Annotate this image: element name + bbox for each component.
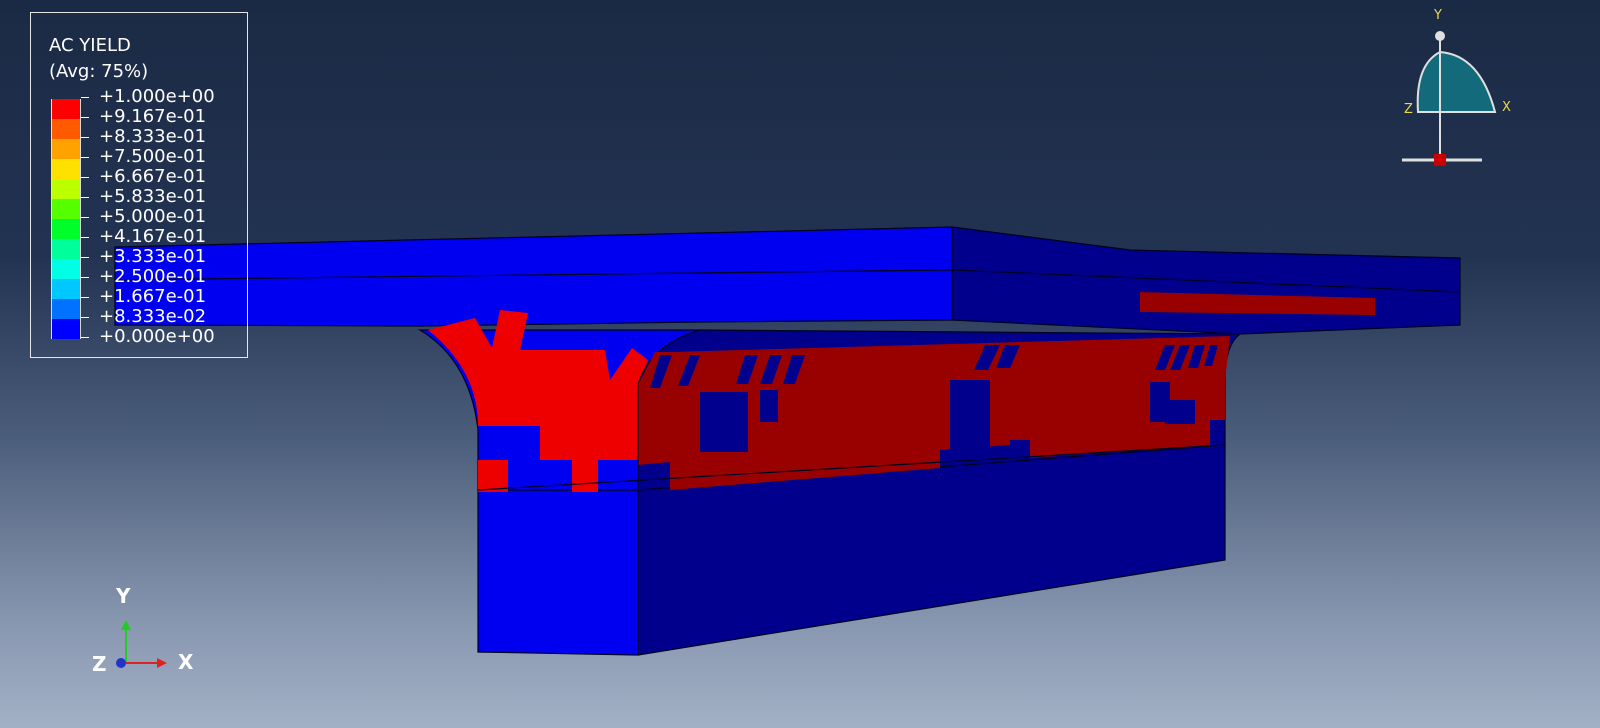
legend-value-label: +4.167e-01 bbox=[99, 226, 207, 247]
coordinate-triad bbox=[116, 620, 167, 668]
triad-z-label: Z bbox=[92, 652, 107, 676]
web-front-yield-block bbox=[478, 460, 508, 492]
legend-value-label: +7.500e-01 bbox=[99, 146, 207, 167]
legend-swatch bbox=[51, 259, 81, 279]
legend-value-label: +5.833e-01 bbox=[99, 186, 207, 207]
legend-value-label: +0.000e+00 bbox=[99, 326, 215, 347]
legend-value-label: +8.333e-01 bbox=[99, 126, 207, 147]
triad-y-label: Y bbox=[116, 584, 131, 608]
legend-swatch bbox=[51, 299, 81, 319]
legend-swatch bbox=[51, 219, 81, 239]
legend-value-label: +5.000e-01 bbox=[99, 206, 207, 227]
legend-swatch bbox=[51, 279, 81, 299]
web-front-lower bbox=[477, 489, 639, 656]
legend-swatch bbox=[51, 119, 81, 139]
legend-swatch bbox=[51, 239, 81, 259]
legend-value-label: +1.667e-01 bbox=[99, 286, 207, 307]
legend-swatch bbox=[51, 179, 81, 199]
gizmo-z-label: Z bbox=[1404, 102, 1413, 117]
legend-value-label: +1.000e+00 bbox=[99, 86, 215, 107]
triad-x-label: X bbox=[178, 650, 194, 674]
bridge-girder-model bbox=[114, 226, 1461, 656]
legend-swatch bbox=[51, 199, 81, 219]
gizmo-x-label: X bbox=[1502, 100, 1511, 115]
legend-swatch bbox=[51, 139, 81, 159]
legend-value-label: +8.333e-02 bbox=[99, 306, 207, 327]
view-orientation-gizmo[interactable] bbox=[1402, 31, 1497, 166]
contour-legend: AC YIELD (Avg: 75%) +1.000e+00 +9.167e-01… bbox=[30, 12, 248, 358]
legend-color-bar bbox=[51, 99, 81, 339]
legend-value-label: +9.167e-01 bbox=[99, 106, 207, 127]
legend-value-label: +2.500e-01 bbox=[99, 266, 207, 287]
legend-value-label: +3.333e-01 bbox=[99, 246, 207, 267]
legend-subtitle: (Avg: 75%) bbox=[49, 61, 149, 82]
legend-swatch bbox=[51, 319, 81, 339]
gizmo-y-label: Y bbox=[1434, 8, 1442, 23]
legend-title: AC YIELD bbox=[49, 35, 131, 56]
legend-swatch bbox=[51, 99, 81, 119]
legend-value-label: +6.667e-01 bbox=[99, 166, 207, 187]
legend-swatch bbox=[51, 159, 81, 179]
